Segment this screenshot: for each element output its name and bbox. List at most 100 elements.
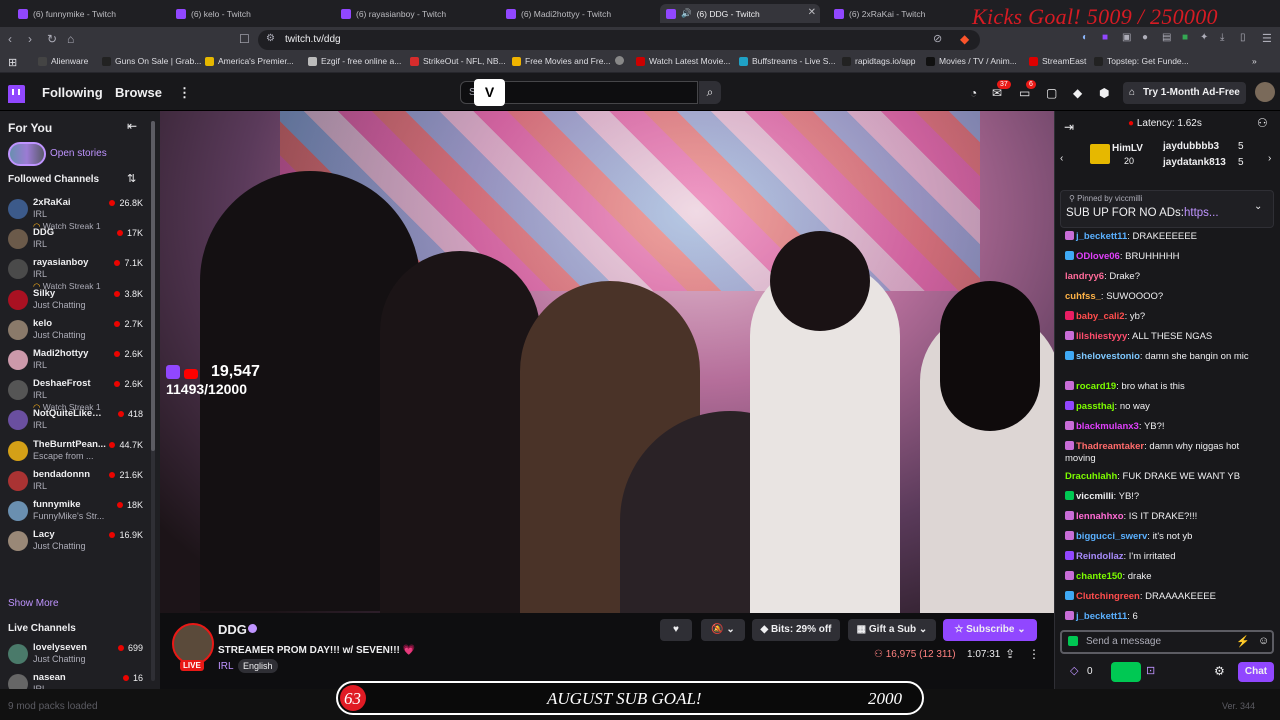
prime-icon[interactable]: ⬢: [1099, 86, 1109, 100]
browser-tab[interactable]: (6) 2xRaKai - Twitch: [828, 4, 983, 23]
notifications-toggle[interactable]: 🔕 ⌄: [701, 619, 745, 641]
chat-send-button[interactable]: Chat: [1238, 662, 1274, 682]
pinned-link[interactable]: https...: [1184, 207, 1219, 219]
subscribe-button[interactable]: ☆ Subscribe ⌄: [943, 619, 1037, 641]
chat-username[interactable]: Reindollaz: [1076, 551, 1124, 562]
extension-icon[interactable]: ■: [1102, 32, 1108, 43]
chat-username[interactable]: lilshiestyyy: [1076, 331, 1127, 342]
close-tab-icon[interactable]: ✕: [808, 7, 816, 18]
bookmark-item[interactable]: Topstep: Get Funde...: [1094, 56, 1189, 66]
bookmark-item[interactable]: America's Premier...: [205, 56, 294, 66]
collapse-sidebar-icon[interactable]: ⇤: [127, 119, 137, 133]
browser-tab[interactable]: (6) rayasianboy - Twitch: [335, 4, 495, 23]
chat-username[interactable]: rocard19: [1076, 381, 1116, 392]
bookmark-item[interactable]: Buffstreams - Live S...: [739, 56, 835, 66]
url-field[interactable]: twitch.tv/ddg: [258, 30, 980, 50]
browser-tab[interactable]: (6) funnymike - Twitch: [12, 4, 167, 23]
chat-username[interactable]: viccmilli: [1076, 491, 1114, 502]
chat-username[interactable]: j_beckett11: [1076, 611, 1127, 622]
chat-username[interactable]: biggucci_swerv: [1076, 531, 1147, 542]
bookmark-item[interactable]: [615, 56, 624, 65]
users-icon[interactable]: ⚇: [1257, 116, 1268, 130]
hype-icon[interactable]: ⚡: [1236, 635, 1250, 648]
forward-icon[interactable]: ›: [28, 32, 32, 46]
bits-button[interactable]: ◆ Bits: 29% off: [752, 619, 840, 641]
bookmark-item[interactable]: Movies / TV / Anim...: [926, 56, 1017, 66]
chevron-down-icon[interactable]: ⌄: [1254, 201, 1262, 212]
bookmark-item[interactable]: StrikeOut - NFL, NB...: [410, 56, 506, 66]
crown-icon[interactable]: ◔: [970, 86, 977, 100]
browser-tab[interactable]: (6) Madi2hottyy - Twitch: [500, 4, 655, 23]
collapse-chat-icon[interactable]: ⇥: [1064, 120, 1074, 134]
share-icon[interactable]: ⇪: [1005, 647, 1015, 661]
sort-icon[interactable]: ⇅: [127, 172, 136, 185]
sidebar-channel[interactable]: TheBurntPean... Escape from ... 44.7K: [0, 438, 155, 468]
video-player[interactable]: [160, 111, 1054, 613]
chat-username[interactable]: chante150: [1076, 571, 1122, 582]
browser-tab-active[interactable]: 🔊 (6) DDG - Twitch ✕: [660, 4, 820, 23]
sidebar-channel[interactable]: DeshaeFrost IRL 2.6K ◠ Watch Streak 1: [0, 377, 155, 412]
sidebar-channel[interactable]: Silky Just Chatting 3.8K: [0, 287, 155, 317]
puzzle-icon[interactable]: ✦: [1200, 32, 1208, 43]
chat-username[interactable]: Thadreamtaker: [1076, 441, 1144, 452]
sidebar-channel[interactable]: kelo Just Chatting 2.7K: [0, 317, 155, 347]
apps-grid-icon[interactable]: ⊞: [8, 56, 17, 69]
home-icon[interactable]: ⌂: [67, 32, 74, 46]
bits-icon[interactable]: ◆: [1073, 86, 1082, 100]
chat-username[interactable]: Clutchingreen: [1076, 591, 1140, 602]
brave-shield-icon[interactable]: ◆: [960, 32, 969, 46]
bookmark-item[interactable]: rapidtags.io/app: [842, 56, 916, 66]
chat-username[interactable]: passthaj: [1076, 401, 1115, 412]
sidebar-channel[interactable]: Madi2hottyy IRL 2.6K: [0, 347, 155, 377]
sidebar-channel[interactable]: 2xRaKai IRL 26.8K ◠ Watch Streak 1: [0, 196, 155, 231]
live-channel[interactable]: nasean IRL 16: [0, 671, 155, 689]
sidebar-channel[interactable]: bendadonnn IRL 21.6K: [0, 468, 155, 498]
pinned-message[interactable]: ⚲ Pinned by viccmilli SUB UP FOR NO ADs:…: [1060, 190, 1274, 228]
prev-leaderboard-icon[interactable]: ‹: [1060, 153, 1063, 164]
more-options-icon[interactable]: ⋮: [1028, 647, 1040, 661]
badge-icon[interactable]: [1068, 636, 1078, 646]
chat-username[interactable]: ODlove06: [1076, 251, 1120, 262]
user-avatar[interactable]: [1255, 82, 1275, 102]
menu-icon[interactable]: ☰: [1262, 32, 1272, 45]
sidebar-channel[interactable]: DDG IRL 17K: [0, 226, 155, 256]
back-icon[interactable]: ‹: [8, 32, 12, 46]
chat-username[interactable]: shelovestonio: [1076, 351, 1140, 362]
twitch-logo-icon[interactable]: [8, 85, 25, 103]
bookmark-item[interactable]: Guns On Sale | Grab...: [102, 56, 201, 66]
bookmark-item[interactable]: Watch Latest Movie...: [636, 56, 730, 66]
live-channel[interactable]: lovelyseven Just Chatting 699: [0, 641, 155, 671]
extension-icon[interactable]: ◐: [1082, 32, 1088, 43]
bookmark-icon[interactable]: ☐: [239, 32, 250, 46]
follow-button[interactable]: ♥: [660, 619, 692, 641]
channel-name[interactable]: DDG: [218, 622, 247, 637]
robot-icon[interactable]: ⊡: [1146, 664, 1155, 677]
chat-username[interactable]: baby_cali2: [1076, 311, 1125, 322]
sidebar-channel[interactable]: NotQuiteLikeDuB IRL 418: [0, 407, 155, 437]
chat-username[interactable]: Dracuhlahh: [1065, 471, 1117, 482]
show-more-link[interactable]: Show More: [8, 598, 59, 609]
sidebar-channel[interactable]: funnymike FunnyMike's Str... 18K: [0, 498, 155, 528]
category-link[interactable]: IRL: [218, 661, 234, 672]
next-leaderboard-icon[interactable]: ›: [1268, 153, 1271, 164]
ad-free-button[interactable]: ⌂ Try 1-Month Ad-Free: [1123, 82, 1246, 104]
bookmark-item[interactable]: Free Movies and Fre...: [512, 56, 611, 66]
more-bookmarks-icon[interactable]: »: [1252, 56, 1257, 66]
bookmark-item[interactable]: Ezgif - free online a...: [308, 56, 401, 66]
sidebar-scrollbar[interactable]: [151, 121, 155, 681]
bookmark-item[interactable]: Alienware: [38, 56, 88, 66]
open-stories-link[interactable]: Open stories: [50, 148, 107, 159]
sidebar-icon[interactable]: ▯: [1240, 32, 1246, 43]
extension-icon[interactable]: ▤: [1162, 32, 1171, 43]
gift-sub-button[interactable]: ▦ Gift a Sub ⌄: [848, 619, 936, 641]
chat-username[interactable]: blackmulanx3: [1076, 421, 1139, 432]
speaker-icon[interactable]: 🔊: [681, 8, 692, 19]
extension-icon[interactable]: ■: [1182, 32, 1188, 43]
extension-icon[interactable]: ●: [1142, 32, 1148, 43]
extension-icon[interactable]: ▣: [1122, 32, 1131, 43]
bookmark-item[interactable]: StreamEast: [1029, 56, 1086, 66]
gear-icon[interactable]: ⚙: [1214, 664, 1225, 678]
nav-browse[interactable]: Browse: [115, 85, 162, 100]
chat-username[interactable]: j_beckett11: [1076, 231, 1127, 242]
site-info-icon[interactable]: ⚙: [266, 33, 275, 44]
